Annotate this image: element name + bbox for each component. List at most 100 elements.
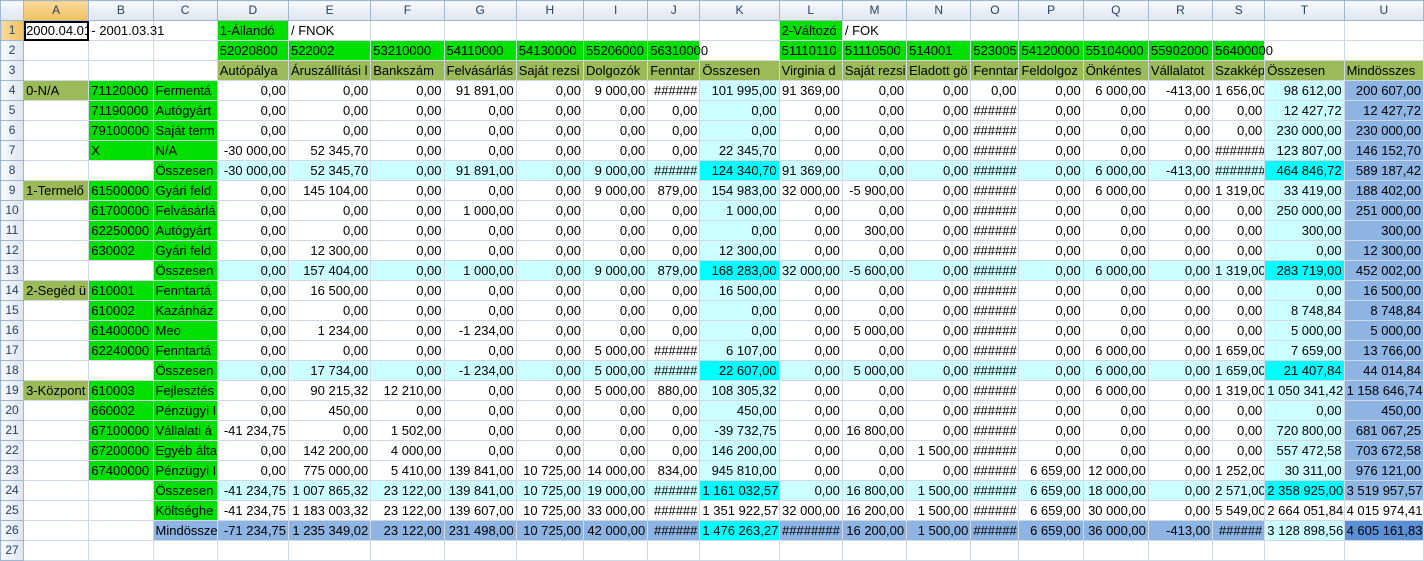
cell-r[interactable]: 0,00	[1147, 180, 1214, 201]
cell-u[interactable]: 16 500,00	[1343, 280, 1424, 301]
cell-b[interactable]: 67100000	[88, 420, 154, 441]
cell-r[interactable]: 0,00	[1147, 320, 1214, 341]
cell-e[interactable]: 775 000,00	[287, 460, 372, 481]
cell-e[interactable]: 90 215,32	[287, 380, 372, 401]
cell-r[interactable]: 0,00	[1147, 120, 1214, 141]
cell-i[interactable]: 0,00	[582, 120, 649, 141]
cell-f[interactable]: 0,00	[370, 140, 445, 161]
cell-r[interactable]: 0,00	[1147, 300, 1214, 321]
cell-f[interactable]: 0,00	[370, 320, 445, 341]
cell-k[interactable]: 12 300,00	[699, 240, 780, 261]
cell-u[interactable]: 450,00	[1343, 400, 1424, 421]
cell-u[interactable]: 589 187,42	[1343, 160, 1424, 181]
spreadsheet-grid[interactable]: ABCDEFGHIJKLMNOPQRSTU 1 2000.04.01- 2001.…	[0, 0, 1424, 561]
cell-g[interactable]: 0,00	[443, 180, 517, 201]
row-header[interactable]: 5	[0, 100, 25, 121]
cell-g[interactable]: 0,00	[443, 440, 517, 461]
cell-f[interactable]: 23 122,00	[370, 500, 445, 521]
cell-o[interactable]: ######	[970, 420, 1020, 441]
cell-c[interactable]: Költséghe	[152, 500, 218, 521]
cell-e[interactable]: 142 200,00	[287, 440, 372, 461]
cell-l[interactable]: Virginia d	[778, 60, 843, 81]
cell-e[interactable]: 52 345,70	[287, 140, 372, 161]
cell-o[interactable]: 523005	[970, 40, 1020, 61]
cell-u[interactable]: 8 748,84	[1343, 300, 1424, 321]
cell-i[interactable]: 55206000	[582, 40, 649, 61]
cell-c[interactable]: Autógyárt	[152, 220, 218, 241]
cell-a[interactable]	[23, 60, 90, 81]
cell-b[interactable]	[88, 540, 154, 561]
cell-m[interactable]: 0,00	[841, 400, 908, 421]
cell-m[interactable]: 0,00	[841, 460, 908, 481]
cell-p[interactable]: 0,00	[1018, 200, 1084, 221]
cell-u[interactable]: 13 766,00	[1343, 340, 1424, 361]
cell-f[interactable]: 0,00	[370, 100, 445, 121]
cell-t[interactable]	[1264, 40, 1345, 61]
cell-q[interactable]: 0,00	[1082, 140, 1149, 161]
cell-h[interactable]: 0,00	[515, 300, 585, 321]
cell-q[interactable]: 0,00	[1082, 400, 1149, 421]
cell-s[interactable]: #######	[1212, 160, 1266, 181]
cell-q[interactable]: 0,00	[1082, 200, 1149, 221]
cell-n[interactable]: 0,00	[906, 240, 972, 261]
cell-m[interactable]: / FOK	[841, 20, 908, 41]
cell-i[interactable]: 9 000,00	[582, 180, 649, 201]
cell-a[interactable]	[23, 340, 90, 361]
cell-t[interactable]: 0,00	[1264, 240, 1345, 261]
cell-d[interactable]: -41 234,75	[216, 480, 289, 501]
cell-d[interactable]: 0,00	[216, 120, 289, 141]
cell-t[interactable]: 300,00	[1264, 220, 1345, 241]
cell-d[interactable]: 0,00	[216, 220, 289, 241]
cell-t[interactable]: 1 050 341,42	[1264, 380, 1345, 401]
cell-l[interactable]: 0,00	[778, 140, 843, 161]
cell-g[interactable]: 0,00	[443, 380, 517, 401]
cell-u[interactable]: 230 000,00	[1343, 120, 1424, 141]
cell-f[interactable]: 53210000	[370, 40, 445, 61]
cell-n[interactable]: 1 500,00	[906, 520, 972, 541]
cell-t[interactable]	[1264, 540, 1345, 561]
cell-g[interactable]	[443, 540, 517, 561]
cell-a[interactable]	[23, 40, 90, 61]
cell-l[interactable]: 32 000,00	[778, 180, 843, 201]
cell-c[interactable]: Fenntartá	[152, 340, 218, 361]
cell-q[interactable]: 0,00	[1082, 240, 1149, 261]
cell-l[interactable]: 51110110	[778, 40, 843, 61]
cell-l[interactable]: 0,00	[778, 380, 843, 401]
cell-j[interactable]: ######	[647, 520, 701, 541]
cell-u[interactable]: 12 300,00	[1343, 240, 1424, 261]
cell-m[interactable]: 0,00	[841, 160, 908, 181]
cell-u[interactable]: 200 607,00	[1343, 80, 1424, 101]
cell-m[interactable]: -5 900,00	[841, 180, 908, 201]
column-header-n[interactable]: N	[906, 0, 972, 21]
cell-g[interactable]: 231 498,00	[443, 520, 517, 541]
cell-i[interactable]: 19 000,00	[582, 480, 649, 501]
cell-o[interactable]: ######	[970, 480, 1020, 501]
cell-j[interactable]: ######	[647, 500, 701, 521]
cell-q[interactable]: 6 000,00	[1082, 260, 1149, 281]
cell-k[interactable]: 945 810,00	[699, 460, 780, 481]
cell-s[interactable]: 2 571,00	[1212, 480, 1266, 501]
cell-s[interactable]	[1212, 540, 1266, 561]
column-header-j[interactable]: J	[647, 0, 701, 21]
cell-s[interactable]: 1 659,00	[1212, 360, 1266, 381]
cell-b[interactable]: 67200000	[88, 440, 154, 461]
cell-o[interactable]: ######	[970, 260, 1020, 281]
column-header-l[interactable]: L	[778, 0, 843, 21]
cell-o[interactable]: ######	[970, 100, 1020, 121]
cell-e[interactable]: 1 183 003,32	[287, 500, 372, 521]
cell-g[interactable]: 91 891,00	[443, 160, 517, 181]
cell-f[interactable]: 0,00	[370, 400, 445, 421]
cell-q[interactable]: 6 000,00	[1082, 340, 1149, 361]
cell-s[interactable]: 56400000	[1212, 40, 1273, 61]
cell-l[interactable]: 0,00	[778, 320, 843, 341]
cell-j[interactable]: 0,00	[647, 440, 701, 461]
cell-k[interactable]: Összesen	[699, 60, 780, 81]
row-header[interactable]: 7	[0, 140, 25, 161]
cell-a[interactable]	[23, 480, 90, 501]
cell-q[interactable]: 0,00	[1082, 440, 1149, 461]
cell-h[interactable]: Saját rezsi	[515, 60, 585, 81]
cell-e[interactable]: 1 235 349,02	[287, 520, 372, 541]
cell-e[interactable]: 450,00	[287, 400, 372, 421]
cell-t[interactable]: 283 719,00	[1264, 260, 1345, 281]
cell-c[interactable]: Mindössze	[152, 520, 218, 541]
